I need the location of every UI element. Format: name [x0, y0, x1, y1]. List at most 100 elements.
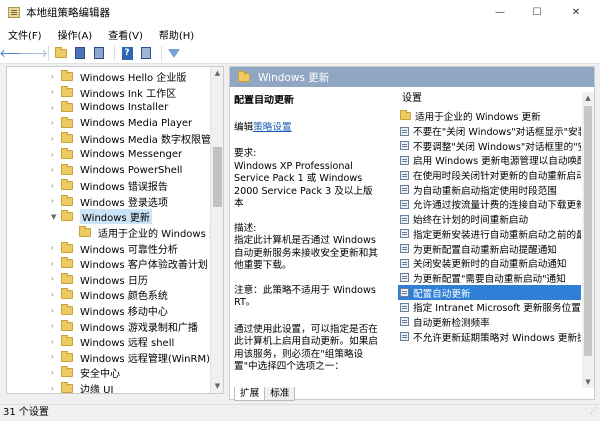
policy-setting-row[interactable]: 在使用时段关闭针对更新的自动重新启动	[398, 168, 581, 183]
collapsed-chevron-icon[interactable]: ›	[51, 291, 61, 299]
scroll-thumb[interactable]	[213, 147, 222, 207]
tree-item[interactable]: › Windows Messenger	[51, 147, 223, 162]
collapsed-chevron-icon[interactable]: ›	[51, 88, 61, 96]
settings-folder-row[interactable]: 适用于企业的 Windows 更新	[398, 109, 581, 124]
edit-policy-link[interactable]: 策略设置	[253, 122, 291, 133]
collapsed-chevron-icon[interactable]: ›	[51, 353, 61, 361]
collapsed-chevron-icon[interactable]: ›	[51, 275, 61, 283]
tree-item-label: Windows Messenger	[80, 149, 183, 160]
tree-item[interactable]: › Windows 错误报告	[51, 178, 223, 193]
policy-setting-row[interactable]: 指定 Intranet Microsoft 更新服务位置	[398, 300, 581, 315]
tab-extended[interactable]: 扩展	[234, 387, 266, 401]
tree-item[interactable]: › 安全中心	[51, 365, 223, 380]
tree-item-label: Windows 客户体验改善计划	[80, 260, 208, 272]
collapsed-chevron-icon[interactable]: ›	[51, 166, 61, 174]
tree-item[interactable]: › Windows Ink 工作区	[51, 85, 223, 100]
tree-item[interactable]: 适用于企业的 Windows 更	[69, 225, 223, 240]
policy-setting-row[interactable]: 不要调整"关闭 Windows"对话框里的"安	[398, 138, 581, 153]
collapsed-chevron-icon[interactable]: ›	[51, 385, 61, 393]
settings-scrollbar[interactable]: ▲ ▼	[582, 92, 594, 388]
tree-item[interactable]: › Windows 可靠性分析	[51, 241, 223, 256]
tree-item[interactable]: › Windows 游戏录制和广播	[51, 319, 223, 334]
policy-setting-row[interactable]: 为更新配置自动重新启动提醒通知	[398, 241, 581, 256]
collapsed-chevron-icon[interactable]: ›	[51, 322, 61, 330]
resize-grip-icon[interactable]: ⋰	[590, 403, 598, 419]
minimize-button[interactable]: —	[482, 0, 518, 25]
tree-item-label: 适用于企业的 Windows 更	[98, 229, 219, 240]
properties-button[interactable]	[138, 45, 154, 61]
tree-item[interactable]: › Windows PowerShell	[51, 163, 223, 178]
policy-setting-row[interactable]: 自动更新检测频率	[398, 315, 581, 330]
policy-setting-row[interactable]: 为自动重新启动指定使用时段范围	[398, 182, 581, 197]
scroll-thumb[interactable]	[584, 106, 592, 356]
setting-label: 不要在"关闭 Windows"对话框显示"安装	[413, 127, 581, 139]
settings-column-header[interactable]: 设置	[398, 92, 594, 106]
menu-file[interactable]: 文件(F)	[0, 27, 50, 42]
folder-icon	[55, 46, 67, 58]
policy-setting-row[interactable]: 允许通过按流量计费的连接自动下载更新	[398, 197, 581, 212]
policy-icon	[400, 273, 409, 283]
tree-item[interactable]: ▼ Windows 更新	[51, 209, 223, 225]
collapsed-chevron-icon[interactable]: ›	[51, 182, 61, 190]
close-button[interactable]: ✕	[558, 0, 594, 25]
tree-item-label: Windows 远程 shell	[80, 338, 175, 350]
up-folder-button[interactable]	[53, 45, 69, 61]
collapsed-chevron-icon[interactable]: ›	[51, 244, 61, 252]
filter-button[interactable]	[166, 45, 182, 61]
tree-item[interactable]: › Windows 颜色系统	[51, 287, 223, 303]
toolbar-separator	[161, 45, 162, 61]
tree-item-label: Windows 颜色系统	[80, 291, 168, 303]
tree-item[interactable]: › Windows 登录选项	[51, 194, 223, 209]
tree-scrollbar[interactable]: ▲ ▼	[210, 67, 223, 393]
collapsed-chevron-icon[interactable]: ›	[51, 197, 61, 205]
collapsed-chevron-icon[interactable]: ›	[51, 73, 61, 81]
tree-item[interactable]: › Windows Media Player	[51, 116, 223, 131]
scroll-up-icon[interactable]: ▲	[211, 67, 223, 80]
policy-setting-row[interactable]: 始终在计划的时间重新启动	[398, 212, 581, 227]
maximize-button[interactable]: ☐	[519, 0, 555, 25]
policy-setting-row[interactable]: 不允许更新延期策略对 Windows 更新执	[398, 329, 581, 344]
folder-icon	[61, 366, 73, 378]
collapsed-chevron-icon[interactable]: ›	[51, 307, 61, 315]
menu-view[interactable]: 查看(V)	[100, 27, 151, 42]
tree-item[interactable]: › 边缘 UI	[51, 381, 223, 393]
show-hide-tree-button[interactable]	[72, 45, 88, 61]
export-list-button[interactable]	[91, 45, 107, 61]
status-text: 31 个设置	[3, 407, 49, 418]
policy-setting-row[interactable]: 配置自动更新	[398, 285, 581, 300]
tree-item[interactable]: › Windows Installer	[51, 100, 223, 115]
tab-standard[interactable]: 标准	[264, 387, 296, 401]
setting-label: 自动更新检测频率	[413, 317, 490, 329]
tree-item[interactable]: › Windows 远程管理(WinRM)	[51, 350, 223, 365]
tree-item[interactable]: › Windows 客户体验改善计划	[51, 256, 223, 272]
folder-icon	[61, 194, 73, 206]
policy-setting-row[interactable]: 不要在"关闭 Windows"对话框显示"安装	[398, 124, 581, 139]
menu-help[interactable]: 帮助(H)	[151, 27, 202, 42]
collapsed-chevron-icon[interactable]: ›	[51, 104, 61, 112]
scroll-down-icon[interactable]: ▼	[211, 380, 223, 393]
policy-setting-row[interactable]: 为更新配置"需要自动重新启动"通知	[398, 271, 581, 286]
scroll-up-icon[interactable]: ▲	[582, 92, 594, 104]
help-button[interactable]: ?	[119, 45, 135, 61]
collapsed-chevron-icon[interactable]: ›	[51, 151, 61, 159]
collapsed-chevron-icon[interactable]: ›	[51, 260, 61, 268]
collapsed-chevron-icon[interactable]: ›	[51, 369, 61, 377]
tree-item[interactable]: › Windows 远程 shell	[51, 334, 223, 350]
tree-item[interactable]: › Windows Hello 企业版	[51, 69, 223, 84]
policy-setting-row[interactable]: 指定更新安装进行自动重新启动之前的最	[398, 227, 581, 242]
tree-item-label: Windows Ink 工作区	[80, 88, 177, 100]
policy-setting-row[interactable]: 关闭安装更新时的自动重新启动通知	[398, 256, 581, 271]
scroll-down-icon[interactable]: ▼	[582, 376, 594, 388]
menu-action[interactable]: 操作(A)	[50, 27, 101, 42]
tree-item[interactable]: › Windows 移动中心	[51, 303, 223, 318]
policy-setting-row[interactable]: 启用 Windows 更新电源管理以自动唤醒	[398, 153, 581, 168]
forward-arrow-icon[interactable]: 🡒	[18, 45, 48, 61]
description-text: 指定此计算机是否通过 Windows 自动更新服务来接收安全更新和其他重要下载。	[234, 235, 378, 271]
collapsed-chevron-icon[interactable]: ›	[51, 119, 61, 127]
folder-icon	[61, 85, 73, 97]
expanded-chevron-icon[interactable]: ▼	[51, 213, 61, 221]
collapsed-chevron-icon[interactable]: ›	[51, 135, 61, 143]
collapsed-chevron-icon[interactable]: ›	[51, 338, 61, 346]
tree-item[interactable]: › Windows 日历	[51, 272, 223, 287]
tree-item[interactable]: › Windows Media 数字权限管理	[51, 131, 223, 146]
